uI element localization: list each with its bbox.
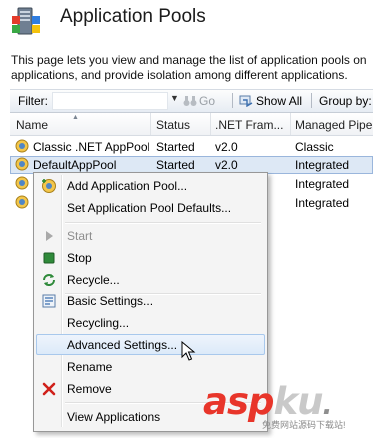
basic-settings-icon bbox=[42, 294, 56, 308]
watermark-dot: . bbox=[322, 391, 332, 421]
pool-status: Started bbox=[156, 140, 195, 154]
binoculars-icon bbox=[183, 96, 197, 106]
filter-dropdown-icon[interactable]: ▼ bbox=[170, 93, 179, 103]
pool-pipeline: Integrated bbox=[295, 158, 350, 172]
stop-icon bbox=[43, 252, 55, 264]
menu-item-label: Remove bbox=[67, 382, 112, 396]
menu-item-start[interactable]: Start bbox=[36, 225, 265, 246]
table-row[interactable]: Classic .NET AppPool Started v2.0 Classi… bbox=[10, 138, 373, 157]
menu-item-label: Recycling... bbox=[67, 316, 130, 330]
watermark-logo: aspku. bbox=[203, 380, 332, 423]
app-pool-icon bbox=[15, 157, 29, 171]
pool-status: Started bbox=[156, 158, 195, 172]
filter-input[interactable] bbox=[52, 92, 168, 110]
menu-item-label: Basic Settings... bbox=[67, 294, 154, 308]
menu-item-recycle[interactable]: Recycle... bbox=[36, 269, 265, 290]
menu-item-label: View Applications bbox=[67, 410, 161, 424]
menu-item-label: Advanced Settings... bbox=[67, 338, 178, 352]
show-all-label: Show All bbox=[256, 94, 303, 108]
server-app-pools-icon bbox=[12, 7, 40, 35]
menu-separator bbox=[65, 222, 261, 224]
column-header-row: ▲ Name Status .NET Fram... Managed Pipe bbox=[10, 113, 373, 136]
mouse-pointer-icon bbox=[181, 341, 196, 361]
menu-item-stop[interactable]: Stop bbox=[36, 247, 265, 268]
filter-label: Filter: bbox=[18, 94, 48, 108]
page-description: This page lets you view and manage the l… bbox=[11, 53, 371, 83]
column-header-status[interactable]: Status bbox=[156, 118, 206, 132]
go-label: Go bbox=[199, 94, 216, 108]
show-all-icon bbox=[239, 95, 253, 107]
column-header-managed-pipeline[interactable]: Managed Pipe bbox=[295, 118, 373, 132]
menu-item-basic-settings[interactable]: Basic Settings... bbox=[36, 290, 265, 311]
pool-net-version: v2.0 bbox=[215, 140, 238, 154]
menu-item-rename[interactable]: Rename bbox=[36, 356, 265, 377]
menu-item-label: Stop bbox=[67, 251, 92, 265]
menu-item-advanced-settings[interactable]: Advanced Settings... bbox=[36, 334, 265, 355]
pool-pipeline: Integrated bbox=[295, 177, 350, 191]
app-pool-icon bbox=[15, 176, 29, 190]
toolbar-separator bbox=[232, 93, 233, 108]
page-header: Application Pools bbox=[0, 0, 373, 40]
column-divider[interactable] bbox=[150, 113, 151, 135]
start-icon bbox=[46, 231, 53, 241]
watermark-subtitle: 免费网站源码下载站! bbox=[262, 420, 346, 430]
group-by-label[interactable]: Group by: bbox=[319, 94, 372, 108]
menu-item-add-application-pool[interactable]: Add Application Pool... bbox=[36, 175, 265, 196]
recycle-icon bbox=[43, 274, 55, 286]
pool-pipeline: Integrated bbox=[295, 196, 350, 210]
watermark-mid: ku bbox=[273, 380, 323, 423]
pool-pipeline: Classic bbox=[295, 140, 334, 154]
add-pool-icon bbox=[42, 179, 56, 193]
app-pool-icon bbox=[15, 139, 29, 153]
column-divider[interactable] bbox=[210, 113, 211, 135]
menu-item-label: Add Application Pool... bbox=[67, 179, 188, 193]
watermark-main: asp bbox=[203, 380, 274, 423]
menu-item-label: Set Application Pool Defaults... bbox=[67, 201, 232, 215]
toolbar-separator bbox=[311, 93, 312, 108]
menu-item-label: Rename bbox=[67, 360, 113, 374]
menu-item-recycling[interactable]: Recycling... bbox=[36, 312, 265, 333]
pool-name: Classic .NET AppPool bbox=[33, 140, 149, 154]
column-header-name[interactable]: Name bbox=[16, 118, 146, 132]
description-line-1: This page lets you view and manage the l… bbox=[11, 53, 367, 67]
pool-net-version: v2.0 bbox=[215, 158, 238, 172]
menu-item-set-defaults[interactable]: Set Application Pool Defaults... bbox=[36, 197, 265, 218]
app-pool-icon bbox=[15, 195, 29, 209]
pool-name: DefaultAppPool bbox=[33, 158, 117, 172]
menu-item-label: Recycle... bbox=[67, 273, 120, 287]
description-line-2: applications, and provide isolation amon… bbox=[11, 68, 348, 82]
column-divider[interactable] bbox=[290, 113, 291, 135]
show-all-button[interactable]: Show All bbox=[239, 94, 302, 108]
column-header-net-framework[interactable]: .NET Fram... bbox=[215, 118, 290, 132]
filter-toolbar: Filter: ▼ Go Show All Group by: bbox=[10, 89, 373, 113]
remove-icon bbox=[42, 382, 56, 396]
page-title: Application Pools bbox=[60, 6, 206, 27]
menu-item-label: Start bbox=[67, 229, 93, 243]
go-button[interactable]: Go bbox=[183, 94, 215, 108]
